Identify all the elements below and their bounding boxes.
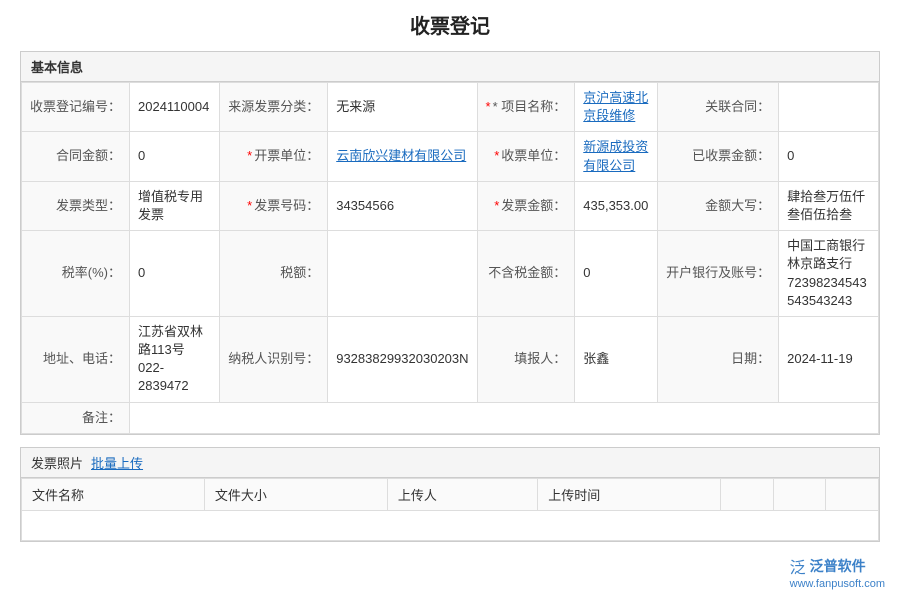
- invoice-type-value: 增值税专用发票: [130, 181, 220, 230]
- amount-words-value: 肆拾叁万伍仟叁佰伍拾叁: [779, 181, 879, 230]
- project-name-value[interactable]: 京沪高速北京段维修: [575, 83, 658, 132]
- tax-rate-value: 0: [130, 231, 220, 317]
- invoice-amount-value: 435,353.00: [575, 181, 658, 230]
- required-star: *: [247, 148, 252, 163]
- project-name-label: ** 项目名称：: [477, 83, 575, 132]
- taxpayer-id-value: 93283829932030203N: [328, 316, 477, 402]
- file-table-empty-row: [22, 510, 879, 540]
- registration-no-value: 2024110004: [130, 83, 220, 132]
- basic-info-header: 基本信息: [21, 52, 879, 82]
- watermark-website: www.fanpusoft.com: [790, 578, 885, 590]
- related-contract-value: [779, 83, 879, 132]
- required-star: *: [494, 148, 499, 163]
- receiving-unit-link[interactable]: 新源成投资有限公司: [583, 139, 648, 172]
- required-star: *: [486, 99, 491, 114]
- col-upload-time: 上传时间: [538, 478, 721, 510]
- receiving-unit-value[interactable]: 新源成投资有限公司: [575, 132, 658, 181]
- table-row: 地址、电话： 江苏省双林路113号 022-2839472 纳税人识别号： 93…: [22, 316, 879, 402]
- contract-amount-value: 0: [130, 132, 220, 181]
- batch-upload-button[interactable]: 批量上传: [91, 453, 143, 472]
- issuing-unit-link[interactable]: 云南欣兴建材有限公司: [336, 148, 466, 163]
- filler-value: 张鑫: [575, 316, 658, 402]
- registration-no-label: 收票登记编号：: [22, 83, 130, 132]
- issuing-unit-label: *开票单位：: [220, 132, 328, 181]
- received-amount-label: 已收票金额：: [658, 132, 779, 181]
- basic-info-table: 收票登记编号： 2024110004 来源发票分类： 无来源 ** 项目名称： …: [21, 82, 879, 434]
- tax-rate-label: 税率(%)：: [22, 231, 130, 317]
- filler-label: 填报人：: [477, 316, 575, 402]
- table-row: 合同金额： 0 *开票单位： 云南欣兴建材有限公司 *收票单位： 新源成投资有限…: [22, 132, 879, 181]
- issuing-unit-label-text: 开票单位：: [254, 148, 319, 163]
- contract-amount-label: 合同金额：: [22, 132, 130, 181]
- bank-label: 开户银行及账号：: [658, 231, 779, 317]
- required-star: *: [494, 198, 499, 213]
- table-row: 收票登记编号： 2024110004 来源发票分类： 无来源 ** 项目名称： …: [22, 83, 879, 132]
- watermark-brand: 泛普软件: [810, 556, 866, 576]
- no-tax-amount-value: 0: [575, 231, 658, 317]
- required-star: *: [247, 198, 252, 213]
- col-action3: [826, 478, 879, 510]
- table-row: 发票类型： 增值税专用发票 *发票号码： 34354566 *发票金额： 435…: [22, 181, 879, 230]
- file-table: 文件名称 文件大小 上传人 上传时间: [21, 478, 879, 541]
- col-filesize: 文件大小: [204, 478, 387, 510]
- remark-label: 备注：: [22, 402, 130, 433]
- invoice-no-value: 34354566: [328, 181, 477, 230]
- invoice-photos-section: 发票照片 批量上传 文件名称 文件大小 上传人 上传时间: [20, 447, 880, 542]
- invoice-type-label: 发票类型：: [22, 181, 130, 230]
- col-filename: 文件名称: [22, 478, 205, 510]
- col-action2: [773, 478, 826, 510]
- table-row: 备注：: [22, 402, 879, 433]
- amount-words-label: 金额大写：: [658, 181, 779, 230]
- receiving-unit-label-text: 收票单位：: [501, 148, 566, 163]
- address-phone-label: 地址、电话：: [22, 316, 130, 402]
- date-label: 日期：: [658, 316, 779, 402]
- remark-value: [130, 402, 879, 433]
- source-invoice-value: 无来源: [328, 83, 477, 132]
- address-phone-value: 江苏省双林路113号 022-2839472: [130, 316, 220, 402]
- tax-amount-value: [328, 231, 477, 317]
- invoice-amount-label: *发票金额：: [477, 181, 575, 230]
- source-invoice-label: 来源发票分类：: [220, 83, 328, 132]
- invoice-no-label: *发票号码：: [220, 181, 328, 230]
- taxpayer-id-label: 纳税人识别号：: [220, 316, 328, 402]
- date-value: 2024-11-19: [779, 316, 879, 402]
- col-uploader: 上传人: [387, 478, 537, 510]
- no-tax-amount-label: 不含税金额：: [477, 231, 575, 317]
- project-name-label-text: * 项目名称：: [493, 99, 567, 114]
- table-row: 税率(%)： 0 税额： 不含税金额： 0 开户银行及账号： 中国工商银行林京路…: [22, 231, 879, 317]
- related-contract-label: 关联合同：: [658, 83, 779, 132]
- file-table-header-row: 文件名称 文件大小 上传人 上传时间: [22, 478, 879, 510]
- bank-value: 中国工商银行林京路支行 72398234543 543543243: [779, 231, 879, 317]
- invoice-photos-label: 发票照片: [31, 453, 83, 472]
- project-name-link[interactable]: 京沪高速北京段维修: [583, 90, 648, 123]
- invoice-no-label-text: 发票号码：: [254, 198, 319, 213]
- invoice-amount-label-text: 发票金额：: [501, 198, 566, 213]
- invoice-photos-header: 发票照片 批量上传: [21, 448, 879, 478]
- col-action1: [721, 478, 774, 510]
- issuing-unit-value[interactable]: 云南欣兴建材有限公司: [328, 132, 477, 181]
- receiving-unit-label: *收票单位：: [477, 132, 575, 181]
- basic-info-section: 基本信息 收票登记编号： 2024110004 来源发票分类： 无来源 ** 项…: [20, 51, 880, 435]
- page-title: 收票登记: [20, 10, 880, 39]
- watermark: 泛 泛普软件 www.fanpusoft.com: [790, 554, 885, 590]
- tax-amount-label: 税额：: [220, 231, 328, 317]
- received-amount-value: 0: [779, 132, 879, 181]
